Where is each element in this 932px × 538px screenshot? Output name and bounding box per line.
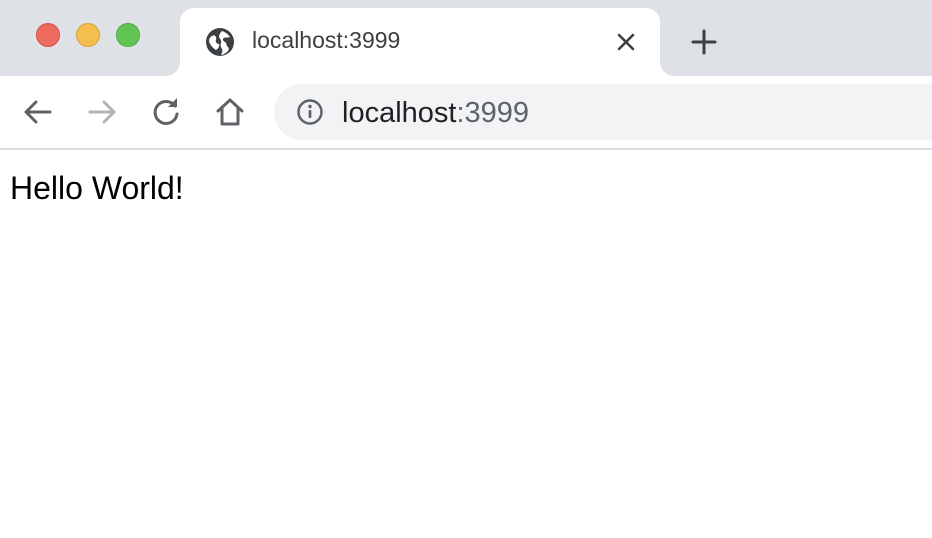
- info-icon[interactable]: [296, 98, 324, 126]
- browser-toolbar: localhost:3999: [0, 76, 932, 148]
- url-host: localhost: [342, 97, 457, 129]
- url-port: :3999: [456, 97, 530, 129]
- home-icon[interactable]: [212, 94, 248, 130]
- tab-strip: localhost:3999: [0, 0, 932, 76]
- forward-arrow-icon[interactable]: [84, 94, 120, 130]
- window-maximize-button[interactable]: [116, 23, 140, 47]
- plus-icon[interactable]: [690, 28, 718, 56]
- browser-window: localhost:3999 localhost:3999 Hello Worl…: [0, 0, 932, 538]
- globe-icon: [206, 28, 234, 56]
- tab-title: localhost:3999: [252, 27, 401, 53]
- url-text[interactable]: localhost:3999: [342, 97, 529, 130]
- address-bar[interactable]: localhost:3999: [274, 84, 932, 140]
- tab-localhost[interactable]: localhost:3999: [180, 8, 660, 76]
- page-content: Hello World!: [0, 150, 932, 538]
- back-arrow-icon[interactable]: [20, 94, 56, 130]
- close-icon[interactable]: [614, 30, 638, 54]
- reload-icon[interactable]: [148, 94, 184, 130]
- page-body-text: Hello World!: [10, 170, 184, 206]
- window-minimize-button[interactable]: [76, 23, 100, 47]
- window-close-button[interactable]: [36, 23, 60, 47]
